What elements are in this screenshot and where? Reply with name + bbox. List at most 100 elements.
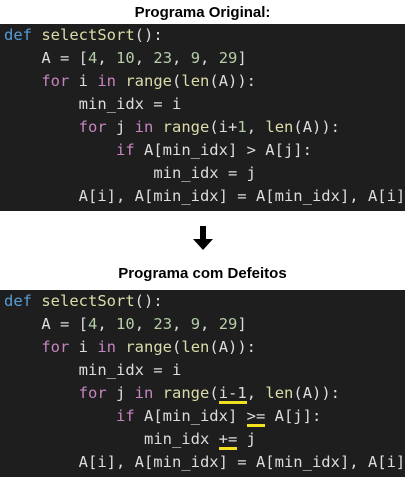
number-literal: 9 xyxy=(190,315,201,333)
code-text: i xyxy=(69,338,98,356)
function-name: selectSort xyxy=(32,26,135,44)
code-text: , xyxy=(200,315,219,333)
code-text: (): xyxy=(134,26,163,44)
code-text: (i+ xyxy=(209,118,238,136)
original-program-heading: Programa Original: xyxy=(134,4,271,21)
code-text: ] xyxy=(237,49,247,67)
def-keyword: def xyxy=(4,292,32,310)
code-text: , xyxy=(172,49,191,67)
range-function: range xyxy=(162,384,210,402)
defects-program-heading: Programa com Defeitos xyxy=(118,265,287,282)
code-text: , xyxy=(97,49,117,67)
for-keyword: for xyxy=(78,384,107,402)
code-text: ( xyxy=(172,72,182,90)
code-line-6: if A[min_idx] > A[j]: xyxy=(4,139,312,162)
code-text: (A)): xyxy=(293,118,341,136)
code-text: A[min_idx] > A[j]: xyxy=(134,141,312,159)
code-text: i xyxy=(69,72,98,90)
code-text: ( xyxy=(172,338,182,356)
number-literal: 4 xyxy=(88,49,98,67)
number-literal: 29 xyxy=(218,49,238,67)
code-text: , xyxy=(246,118,266,136)
code-line-5: for j in range(i-1, len(A)): xyxy=(4,382,340,405)
code-text: , xyxy=(134,315,154,333)
code-line-6: if A[min_idx] >= A[j]: xyxy=(4,405,321,428)
for-keyword: for xyxy=(41,72,70,90)
code-text: A[j]: xyxy=(265,407,322,425)
code-text: A[min_idx] xyxy=(134,407,247,425)
if-keyword: if xyxy=(115,141,135,159)
for-keyword: for xyxy=(78,118,107,136)
code-text: ( xyxy=(209,384,219,402)
code-text: , xyxy=(97,315,117,333)
range-function: range xyxy=(125,338,173,356)
code-line-7: min_idx = j xyxy=(4,162,256,185)
code-text: j xyxy=(106,118,135,136)
code-text: ] xyxy=(237,315,247,333)
number-literal: 29 xyxy=(218,315,238,333)
for-keyword: for xyxy=(41,338,70,356)
code-line-2: A = [4, 10, 23, 9, 29] xyxy=(4,47,247,70)
code-text: , xyxy=(172,315,191,333)
original-code-block: def selectSort(): A = [4, 10, 23, 9, 29]… xyxy=(0,24,405,211)
code-text: A[i], A[min_idx] = A[min_idx], A[i] xyxy=(78,453,405,471)
code-line-1: def selectSort(): xyxy=(4,24,163,47)
number-literal: 1 xyxy=(237,118,247,136)
code-text: , xyxy=(200,49,219,67)
range-function: range xyxy=(162,118,210,136)
code-text: j xyxy=(237,430,256,448)
if-keyword: if xyxy=(115,407,135,425)
def-keyword: def xyxy=(4,26,32,44)
number-literal: 4 xyxy=(88,315,98,333)
defect-highlight: += xyxy=(218,428,237,451)
len-function: len xyxy=(265,384,294,402)
number-literal: 23 xyxy=(153,315,173,333)
function-name: selectSort xyxy=(32,292,135,310)
code-text: (): xyxy=(134,292,163,310)
number-literal: 23 xyxy=(153,49,173,67)
code-text: j xyxy=(106,384,135,402)
number-literal: 10 xyxy=(116,315,135,333)
code-text: , xyxy=(134,49,154,67)
code-text: min_idx = j xyxy=(153,164,256,182)
code-line-5: for j in range(i+1, len(A)): xyxy=(4,116,340,139)
range-function: range xyxy=(125,72,173,90)
code-line-8: A[i], A[min_idx] = A[min_idx], A[i] xyxy=(4,185,405,208)
in-keyword: in xyxy=(97,338,116,356)
code-line-4: min_idx = i xyxy=(4,93,182,116)
len-function: len xyxy=(265,118,294,136)
code-text: A[i], A[min_idx] = A[min_idx], A[i] xyxy=(78,187,405,205)
code-text: min_idx = i xyxy=(78,95,182,113)
code-line-2: A = [4, 10, 23, 9, 29] xyxy=(4,313,247,336)
code-text: , xyxy=(246,384,266,402)
code-line-8: A[i], A[min_idx] = A[min_idx], A[i] xyxy=(4,451,405,474)
code-line-4: min_idx = i xyxy=(4,359,182,382)
in-keyword: in xyxy=(134,384,154,402)
code-text: (A)): xyxy=(209,72,257,90)
code-line-3: for i in range(len(A)): xyxy=(4,70,256,93)
code-line-3: for i in range(len(A)): xyxy=(4,336,256,359)
number-literal: 9 xyxy=(190,49,201,67)
number-literal: 10 xyxy=(116,49,135,67)
code-text: (A)): xyxy=(293,384,341,402)
code-text: (A)): xyxy=(209,338,257,356)
len-function: len xyxy=(181,72,210,90)
code-text: A = [ xyxy=(41,49,88,67)
code-line-1: def selectSort(): xyxy=(4,290,163,313)
